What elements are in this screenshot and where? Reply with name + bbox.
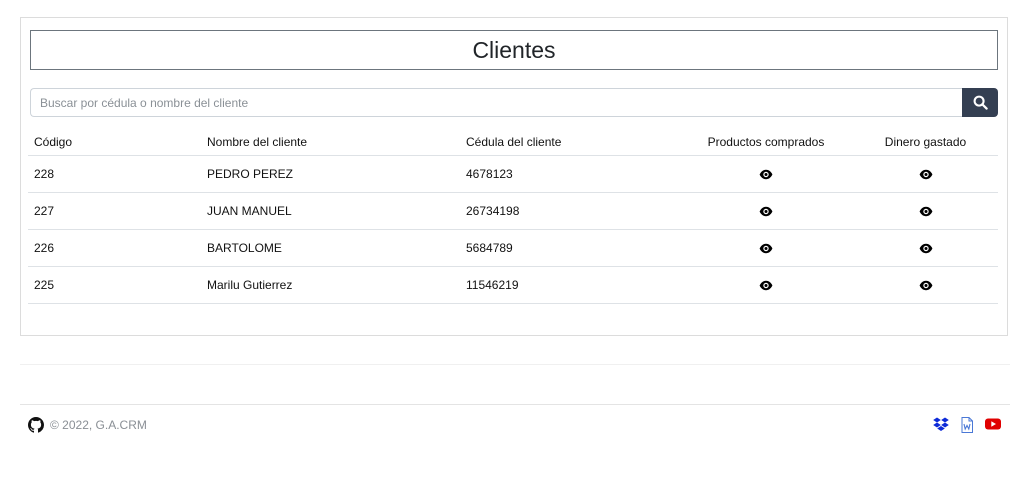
divider — [20, 364, 1010, 365]
header-nombre: Nombre del cliente — [201, 128, 460, 156]
cell-nombre: BARTOLOME — [201, 229, 460, 267]
header-codigo: Código — [28, 128, 201, 156]
table-row: 227 JUAN MANUEL 26734198 — [28, 192, 998, 230]
search-icon — [973, 95, 988, 110]
github-icon[interactable] — [28, 417, 44, 433]
cell-nombre: Marilu Gutierrez — [201, 266, 460, 304]
view-spending-eye-icon[interactable] — [919, 169, 933, 180]
cell-cedula: 4678123 — [460, 155, 679, 193]
cell-nombre: PEDRO PEREZ — [201, 155, 460, 193]
view-products-eye-icon[interactable] — [759, 280, 773, 291]
cell-codigo: 227 — [28, 192, 201, 230]
table-row: 226 BARTOLOME 5684789 — [28, 229, 998, 267]
cell-codigo: 228 — [28, 155, 201, 193]
youtube-icon[interactable] — [985, 417, 1001, 431]
table-row: 228 PEDRO PEREZ 4678123 — [28, 155, 998, 193]
footer-divider — [20, 404, 1010, 405]
cell-codigo: 226 — [28, 229, 201, 267]
cell-cedula: 26734198 — [460, 192, 679, 230]
clients-card: Clientes Código Nombre del cliente Cédul… — [20, 17, 1008, 336]
header-cedula: Cédula del cliente — [460, 128, 679, 156]
page-title: Clientes — [30, 30, 998, 70]
header-productos: Productos comprados — [679, 128, 853, 156]
dropbox-icon[interactable] — [933, 417, 949, 432]
view-spending-eye-icon[interactable] — [919, 206, 933, 217]
view-products-eye-icon[interactable] — [759, 243, 773, 254]
view-products-eye-icon[interactable] — [759, 169, 773, 180]
search-button[interactable] — [962, 88, 998, 117]
word-file-icon[interactable] — [961, 417, 973, 433]
cell-cedula: 5684789 — [460, 229, 679, 267]
view-spending-eye-icon[interactable] — [919, 280, 933, 291]
cell-cedula: 11546219 — [460, 266, 679, 304]
table-row: 225 Marilu Gutierrez 11546219 — [28, 266, 998, 304]
view-products-eye-icon[interactable] — [759, 206, 773, 217]
footer-copyright: © 2022, G.A.CRM — [50, 418, 147, 432]
search-input[interactable] — [30, 88, 962, 117]
view-spending-eye-icon[interactable] — [919, 243, 933, 254]
cell-nombre: JUAN MANUEL — [201, 192, 460, 230]
header-dinero: Dinero gastado — [853, 128, 998, 156]
table-header-row: Código Nombre del cliente Cédula del cli… — [28, 128, 998, 156]
clients-table: Código Nombre del cliente Cédula del cli… — [28, 128, 998, 304]
cell-codigo: 225 — [28, 266, 201, 304]
